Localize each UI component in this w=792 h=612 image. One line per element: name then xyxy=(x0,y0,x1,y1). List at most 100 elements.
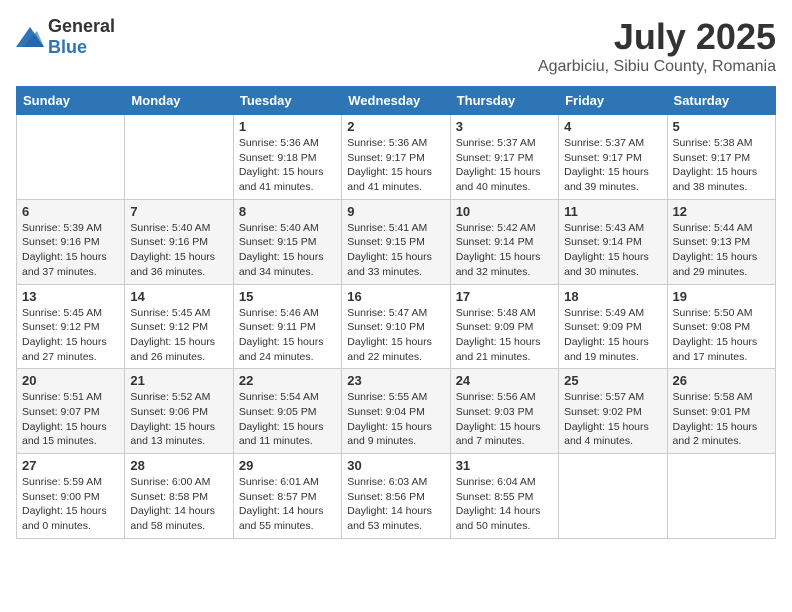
calendar-week-1: 1 Sunrise: 5:36 AM Sunset: 9:18 PM Daylig… xyxy=(17,115,776,200)
day-detail: Sunrise: 5:38 AM Sunset: 9:17 PM Dayligh… xyxy=(673,136,770,195)
page-header: General Blue July 2025 Agarbiciu, Sibiu … xyxy=(16,16,776,76)
day-detail: Sunrise: 5:39 AM Sunset: 9:16 PM Dayligh… xyxy=(22,221,119,280)
day-number: 28 xyxy=(130,458,227,473)
calendar-cell: 4 Sunrise: 5:37 AM Sunset: 9:17 PM Daylig… xyxy=(559,115,667,200)
calendar-cell xyxy=(125,115,233,200)
calendar-cell: 13 Sunrise: 5:45 AM Sunset: 9:12 PM Dayli… xyxy=(17,284,125,369)
calendar-cell: 14Sunrise: 5:45 AM Sunset: 9:12 PM Dayli… xyxy=(125,284,233,369)
day-number: 8 xyxy=(239,204,336,219)
day-detail: Sunrise: 5:55 AM Sunset: 9:04 PM Dayligh… xyxy=(347,390,444,449)
logo-blue: Blue xyxy=(48,37,87,57)
calendar-cell: 30 Sunrise: 6:03 AM Sunset: 8:56 PM Dayli… xyxy=(342,454,450,539)
title-block: July 2025 Agarbiciu, Sibiu County, Roman… xyxy=(538,16,776,76)
day-number: 17 xyxy=(456,289,553,304)
day-number: 18 xyxy=(564,289,661,304)
day-detail: Sunrise: 5:43 AM Sunset: 9:14 PM Dayligh… xyxy=(564,221,661,280)
day-detail: Sunrise: 5:37 AM Sunset: 9:17 PM Dayligh… xyxy=(564,136,661,195)
day-detail: Sunrise: 6:00 AM Sunset: 8:58 PM Dayligh… xyxy=(130,475,227,534)
calendar-cell: 18Sunrise: 5:49 AM Sunset: 9:09 PM Dayli… xyxy=(559,284,667,369)
logo-general: General xyxy=(48,16,115,36)
day-detail: Sunrise: 5:52 AM Sunset: 9:06 PM Dayligh… xyxy=(130,390,227,449)
day-number: 12 xyxy=(673,204,770,219)
day-detail: Sunrise: 5:44 AM Sunset: 9:13 PM Dayligh… xyxy=(673,221,770,280)
day-number: 3 xyxy=(456,119,553,134)
day-number: 14 xyxy=(130,289,227,304)
day-number: 27 xyxy=(22,458,119,473)
weekday-header-wednesday: Wednesday xyxy=(342,87,450,115)
weekday-header-row: SundayMondayTuesdayWednesdayThursdayFrid… xyxy=(17,87,776,115)
day-number: 4 xyxy=(564,119,661,134)
day-number: 24 xyxy=(456,373,553,388)
day-detail: Sunrise: 6:03 AM Sunset: 8:56 PM Dayligh… xyxy=(347,475,444,534)
calendar-cell: 9 Sunrise: 5:41 AM Sunset: 9:15 PM Daylig… xyxy=(342,199,450,284)
calendar-week-4: 20 Sunrise: 5:51 AM Sunset: 9:07 PM Dayli… xyxy=(17,369,776,454)
location-title: Agarbiciu, Sibiu County, Romania xyxy=(538,58,776,76)
day-number: 5 xyxy=(673,119,770,134)
weekday-header-tuesday: Tuesday xyxy=(233,87,341,115)
day-number: 25 xyxy=(564,373,661,388)
calendar-cell: 27 Sunrise: 5:59 AM Sunset: 9:00 PM Dayli… xyxy=(17,454,125,539)
weekday-header-monday: Monday xyxy=(125,87,233,115)
day-detail: Sunrise: 5:46 AM Sunset: 9:11 PM Dayligh… xyxy=(239,306,336,365)
calendar-cell xyxy=(559,454,667,539)
calendar-cell xyxy=(17,115,125,200)
day-number: 20 xyxy=(22,373,119,388)
day-number: 16 xyxy=(347,289,444,304)
calendar-cell: 17 Sunrise: 5:48 AM Sunset: 9:09 PM Dayli… xyxy=(450,284,558,369)
day-number: 19 xyxy=(673,289,770,304)
calendar-cell: 11 Sunrise: 5:43 AM Sunset: 9:14 PM Dayli… xyxy=(559,199,667,284)
day-number: 13 xyxy=(22,289,119,304)
day-detail: Sunrise: 5:56 AM Sunset: 9:03 PM Dayligh… xyxy=(456,390,553,449)
calendar-cell: 12 Sunrise: 5:44 AM Sunset: 9:13 PM Dayli… xyxy=(667,199,775,284)
calendar-cell: 25 Sunrise: 5:57 AM Sunset: 9:02 PM Dayli… xyxy=(559,369,667,454)
day-number: 22 xyxy=(239,373,336,388)
calendar-cell: 6 Sunrise: 5:39 AM Sunset: 9:16 PM Daylig… xyxy=(17,199,125,284)
calendar-table: SundayMondayTuesdayWednesdayThursdayFrid… xyxy=(16,86,776,539)
calendar-cell: 23Sunrise: 5:55 AM Sunset: 9:04 PM Dayli… xyxy=(342,369,450,454)
day-detail: Sunrise: 6:01 AM Sunset: 8:57 PM Dayligh… xyxy=(239,475,336,534)
day-detail: Sunrise: 5:58 AM Sunset: 9:01 PM Dayligh… xyxy=(673,390,770,449)
day-number: 30 xyxy=(347,458,444,473)
day-detail: Sunrise: 5:36 AM Sunset: 9:18 PM Dayligh… xyxy=(239,136,336,195)
day-number: 6 xyxy=(22,204,119,219)
month-title: July 2025 xyxy=(538,16,776,58)
day-detail: Sunrise: 5:54 AM Sunset: 9:05 PM Dayligh… xyxy=(239,390,336,449)
weekday-header-saturday: Saturday xyxy=(667,87,775,115)
weekday-header-thursday: Thursday xyxy=(450,87,558,115)
day-detail: Sunrise: 5:40 AM Sunset: 9:15 PM Dayligh… xyxy=(239,221,336,280)
calendar-cell: 3 Sunrise: 5:37 AM Sunset: 9:17 PM Daylig… xyxy=(450,115,558,200)
calendar-cell: 20 Sunrise: 5:51 AM Sunset: 9:07 PM Dayli… xyxy=(17,369,125,454)
day-detail: Sunrise: 5:37 AM Sunset: 9:17 PM Dayligh… xyxy=(456,136,553,195)
day-detail: Sunrise: 5:45 AM Sunset: 9:12 PM Dayligh… xyxy=(22,306,119,365)
logo: General Blue xyxy=(16,16,115,58)
day-number: 1 xyxy=(239,119,336,134)
day-number: 7 xyxy=(130,204,227,219)
calendar-cell: 10 Sunrise: 5:42 AM Sunset: 9:14 PM Dayli… xyxy=(450,199,558,284)
day-detail: Sunrise: 5:59 AM Sunset: 9:00 PM Dayligh… xyxy=(22,475,119,534)
calendar-cell: 2Sunrise: 5:36 AM Sunset: 9:17 PM Daylig… xyxy=(342,115,450,200)
calendar-cell: 1 Sunrise: 5:36 AM Sunset: 9:18 PM Daylig… xyxy=(233,115,341,200)
calendar-cell: 21Sunrise: 5:52 AM Sunset: 9:06 PM Dayli… xyxy=(125,369,233,454)
calendar-cell: 15Sunrise: 5:46 AM Sunset: 9:11 PM Dayli… xyxy=(233,284,341,369)
day-number: 10 xyxy=(456,204,553,219)
day-number: 31 xyxy=(456,458,553,473)
calendar-cell: 26Sunrise: 5:58 AM Sunset: 9:01 PM Dayli… xyxy=(667,369,775,454)
calendar-week-5: 27 Sunrise: 5:59 AM Sunset: 9:00 PM Dayli… xyxy=(17,454,776,539)
calendar-week-2: 6 Sunrise: 5:39 AM Sunset: 9:16 PM Daylig… xyxy=(17,199,776,284)
day-number: 29 xyxy=(239,458,336,473)
day-detail: Sunrise: 5:57 AM Sunset: 9:02 PM Dayligh… xyxy=(564,390,661,449)
day-detail: Sunrise: 5:40 AM Sunset: 9:16 PM Dayligh… xyxy=(130,221,227,280)
day-number: 9 xyxy=(347,204,444,219)
day-detail: Sunrise: 6:04 AM Sunset: 8:55 PM Dayligh… xyxy=(456,475,553,534)
day-detail: Sunrise: 5:42 AM Sunset: 9:14 PM Dayligh… xyxy=(456,221,553,280)
calendar-cell: 22 Sunrise: 5:54 AM Sunset: 9:05 PM Dayli… xyxy=(233,369,341,454)
day-detail: Sunrise: 5:51 AM Sunset: 9:07 PM Dayligh… xyxy=(22,390,119,449)
day-detail: Sunrise: 5:48 AM Sunset: 9:09 PM Dayligh… xyxy=(456,306,553,365)
calendar-cell: 31 Sunrise: 6:04 AM Sunset: 8:55 PM Dayli… xyxy=(450,454,558,539)
day-detail: Sunrise: 5:50 AM Sunset: 9:08 PM Dayligh… xyxy=(673,306,770,365)
weekday-header-sunday: Sunday xyxy=(17,87,125,115)
calendar-week-3: 13 Sunrise: 5:45 AM Sunset: 9:12 PM Dayli… xyxy=(17,284,776,369)
day-number: 11 xyxy=(564,204,661,219)
day-detail: Sunrise: 5:41 AM Sunset: 9:15 PM Dayligh… xyxy=(347,221,444,280)
calendar-cell: 7 Sunrise: 5:40 AM Sunset: 9:16 PM Daylig… xyxy=(125,199,233,284)
